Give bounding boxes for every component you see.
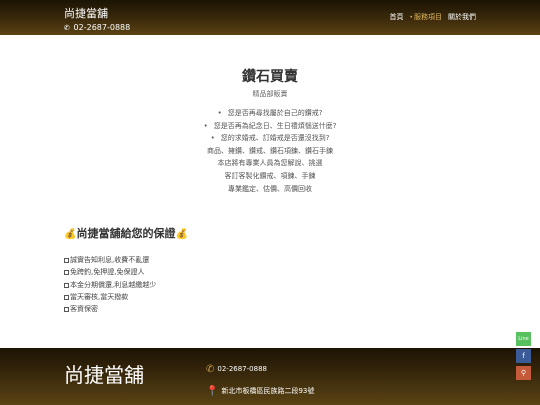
checkbox-icon	[64, 307, 69, 313]
map-pin-icon: ⚲	[520, 369, 527, 377]
header-bar: 尚捷當舖 ✆ 02-2687-0888 首頁 •服務項目 關於我們	[0, 0, 540, 35]
page-title: 鑽石買賣	[242, 69, 298, 85]
money-bag-icon: 💰	[175, 229, 188, 240]
service-description: 您是否再尋找屬於自己的鑽戒? 您是否再為紀念日、生日禮煩惱送什麼? 您的求婚戒、…	[0, 107, 540, 195]
checkbox-icon	[64, 258, 69, 263]
header-phone[interactable]: ✆ 02-2687-0888	[64, 23, 130, 33]
main-nav: 首頁 •服務項目 關於我們	[389, 13, 476, 22]
header-phone-number: 02-2687-0888	[73, 23, 131, 32]
description-line: 商品、擁鑽、鑽戒、鑽石項鍊、鑽石手鍊	[207, 146, 333, 155]
checkbox-icon	[64, 282, 69, 288]
guarantee-item-text: 免跨釣,免押證,免保證人	[70, 268, 145, 277]
page-subtitle: 精品部販賣	[252, 90, 288, 98]
map-pin-icon: 📍	[206, 386, 219, 397]
brand-name[interactable]: 尚捷當舖	[64, 8, 108, 20]
phone-icon: ✆	[206, 364, 215, 375]
phone-icon: ✆	[64, 24, 70, 32]
facebook-button[interactable]: f	[516, 349, 531, 363]
nav-services[interactable]: •服務項目	[409, 13, 442, 22]
footer-phone[interactable]: ✆ 02-2687-0888	[206, 364, 267, 375]
active-dot-icon: •	[409, 14, 413, 21]
footer-address-text: 新北市板橋區民族路二段93號	[221, 387, 315, 395]
map-button[interactable]: ⚲	[516, 366, 531, 380]
guarantee-item: 客資保密	[64, 303, 156, 315]
guarantee-item-text: 誠實告知利息,收費不亂還	[70, 256, 150, 264]
footer-phone-number: 02-2687-0888	[217, 365, 267, 373]
guarantee-item-text: 當天審核,當天撥款	[70, 292, 129, 301]
guarantee-item: 免跨釣,免押證,免保證人	[64, 266, 156, 278]
line-button[interactable]: Line	[516, 332, 531, 346]
description-line: 客訂客製化鑽戒、項鍊、手鍊	[224, 171, 316, 180]
footer-brand: 尚捷當舖	[64, 363, 144, 387]
guarantee-item: 當天審核,當天撥款	[64, 291, 156, 303]
bullet-item: 您是否再尋找屬於自己的鑽戒?	[0, 107, 540, 120]
description-line: 本店將有專業人員為您解說、挑選	[217, 159, 323, 168]
description-line: 專業鑑定、估價、高價回收	[228, 184, 312, 193]
nav-services-label: 服務項目	[414, 13, 442, 21]
checkbox-icon	[64, 270, 69, 276]
nav-home[interactable]: 首頁	[389, 13, 403, 22]
footer-address[interactable]: 📍 新北市板橋區民族路二段93號	[206, 386, 314, 397]
guarantee-item: 本金分期償還,利息越繳越少	[64, 279, 156, 291]
guarantee-item: 誠實告知利息,收費不亂還	[64, 254, 156, 266]
guarantee-list: 誠實告知利息,收費不亂還 免跨釣,免押證,免保證人 本金分期償還,利息越繳越少 …	[64, 254, 156, 315]
guarantee-item-text: 本金分期償還,利息越繳越少	[70, 280, 157, 289]
facebook-icon: f	[522, 352, 525, 360]
bullet-item: 您是否再為紀念日、生日禮煩惱送什麼?	[0, 120, 540, 133]
guarantee-item-text: 客資保密	[70, 305, 98, 314]
nav-about[interactable]: 關於我們	[448, 13, 476, 22]
guarantee-heading: 💰尚捷當舖給您的保證💰	[64, 227, 188, 242]
checkbox-icon	[64, 294, 69, 300]
guarantee-title: 尚捷當舖給您的保證	[76, 227, 176, 240]
footer: 尚捷當舖 ✆ 02-2687-0888 📍 新北市板橋區民族路二段93號	[0, 348, 540, 405]
money-bag-icon: 💰	[64, 229, 77, 240]
bullet-item: 您的求婚戒、訂婚戒是否還沒找到?	[0, 132, 540, 145]
